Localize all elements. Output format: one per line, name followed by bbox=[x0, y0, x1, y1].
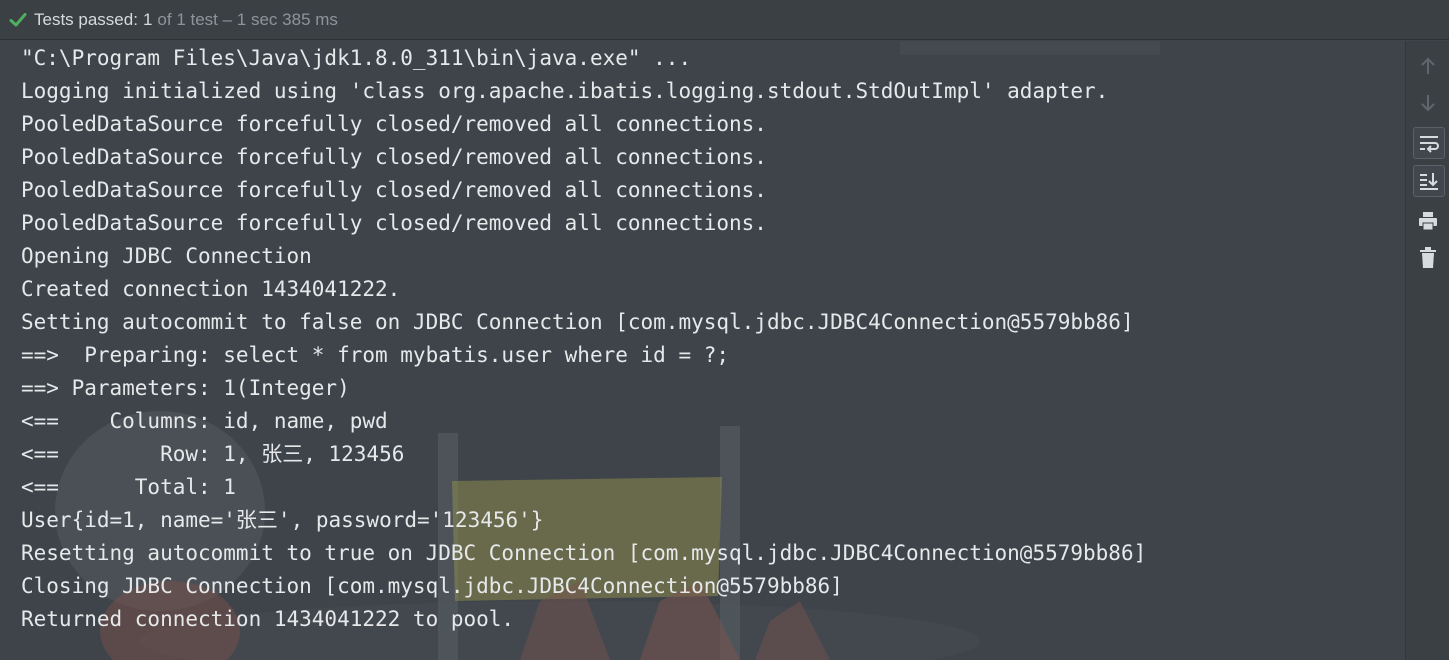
console-line: Opening JDBC Connection bbox=[21, 244, 312, 268]
console-output[interactable]: "C:\Program Files\Java\jdk1.8.0_311\bin\… bbox=[0, 41, 1405, 660]
console-toolbar bbox=[1405, 41, 1449, 660]
console-line: ==> Preparing: select * from mybatis.use… bbox=[21, 343, 730, 367]
scroll-to-end-button[interactable] bbox=[1413, 165, 1445, 197]
arrow-up-icon bbox=[1421, 57, 1435, 74]
scroll-up-button[interactable] bbox=[1413, 51, 1443, 81]
console-line: Created connection 1434041222. bbox=[21, 277, 401, 301]
console-line: PooledDataSource forcefully closed/remov… bbox=[21, 112, 767, 136]
scroll-to-end-icon bbox=[1420, 173, 1438, 190]
arrow-down-icon bbox=[1421, 95, 1435, 112]
console-line: ==> Parameters: 1(Integer) bbox=[21, 376, 350, 400]
status-duration: of 1 test – 1 sec 385 ms bbox=[157, 9, 338, 29]
trash-icon bbox=[1420, 247, 1436, 268]
console-line: Setting autocommit to false on JDBC Conn… bbox=[21, 310, 1134, 334]
status-count: 1 bbox=[142, 9, 153, 29]
console-line: <== Row: 1, 张三, 123456 bbox=[21, 442, 405, 466]
console-line: PooledDataSource forcefully closed/remov… bbox=[21, 145, 767, 169]
console-line: User{id=1, name='张三', password='123456'} bbox=[21, 508, 544, 532]
soft-wrap-icon bbox=[1420, 136, 1439, 153]
console-line: Resetting autocommit to true on JDBC Con… bbox=[21, 541, 1147, 565]
clear-all-button[interactable] bbox=[1413, 243, 1443, 273]
print-button[interactable] bbox=[1413, 206, 1443, 236]
print-icon bbox=[1419, 212, 1437, 231]
check-icon bbox=[8, 10, 28, 30]
console-line: Closing JDBC Connection [com.mysql.jdbc.… bbox=[21, 574, 843, 598]
console-line: PooledDataSource forcefully closed/remov… bbox=[21, 211, 767, 235]
run-tool-window: Tests passed: 1 of 1 test – 1 sec 385 ms… bbox=[0, 0, 1449, 660]
console-line: <== Total: 1 bbox=[21, 475, 236, 499]
console-line: Logging initialized using 'class org.apa… bbox=[21, 79, 1109, 103]
scroll-down-button[interactable] bbox=[1413, 88, 1443, 118]
console-line: Returned connection 1434041222 to pool. bbox=[21, 607, 515, 631]
test-status-bar: Tests passed: 1 of 1 test – 1 sec 385 ms bbox=[0, 0, 1449, 40]
soft-wrap-button[interactable] bbox=[1413, 127, 1445, 159]
console-lines: "C:\Program Files\Java\jdk1.8.0_311\bin\… bbox=[21, 42, 1146, 636]
console-line: PooledDataSource forcefully closed/remov… bbox=[21, 178, 767, 202]
console-line: <== Columns: id, name, pwd bbox=[21, 409, 388, 433]
status-label: Tests passed: bbox=[34, 9, 138, 29]
console-line: "C:\Program Files\Java\jdk1.8.0_311\bin\… bbox=[21, 46, 692, 70]
